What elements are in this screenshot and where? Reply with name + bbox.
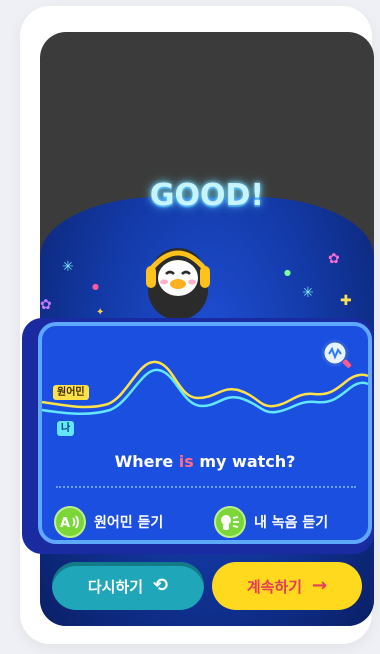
sparkle-icon: ✿ xyxy=(328,251,340,267)
penguin-mascot xyxy=(146,248,210,320)
listen-my-recording-button[interactable]: 내 녹음 듣기 xyxy=(214,504,328,540)
sparkle-icon: ✳ xyxy=(302,285,314,301)
svg-text:A: A xyxy=(60,516,70,531)
panel-divider xyxy=(56,486,356,488)
sparkle-icon: ✳ xyxy=(62,259,74,275)
native-speaker-tag: 원어민 xyxy=(53,385,89,400)
listen-native-button[interactable]: A 원어민 듣기 xyxy=(54,504,163,540)
sparkle-icon: ● xyxy=(92,282,99,291)
sparkle-icon: ✚ xyxy=(340,293,352,309)
sentence-text: Where xyxy=(114,452,179,471)
practice-sentence: Where is my watch? xyxy=(38,452,372,471)
sparkle-icon: ✿ xyxy=(40,297,52,313)
continue-button[interactable]: 계속하기 → xyxy=(212,562,362,610)
person-voice-icon xyxy=(214,506,246,538)
listen-native-label: 원어민 듣기 xyxy=(94,515,164,531)
result-title: GOOD! xyxy=(149,178,265,213)
my-voice-tag: 나 xyxy=(57,421,75,436)
magnifier-wave-icon xyxy=(321,339,352,368)
undo-arrow-icon: ⟲ xyxy=(153,575,169,596)
listen-mine-label: 내 녹음 듣기 xyxy=(254,515,329,531)
zoom-waveform-button[interactable] xyxy=(320,338,354,372)
right-arrow-icon: → xyxy=(312,575,328,596)
retry-button[interactable]: 다시하기 ⟲ xyxy=(52,562,204,610)
continue-label: 계속하기 xyxy=(246,577,303,596)
sentence-highlight: is xyxy=(178,452,194,471)
retry-label: 다시하기 xyxy=(87,577,144,596)
sparkle-icon: ● xyxy=(284,268,291,277)
speaker-a-icon: A xyxy=(54,506,86,538)
sentence-text: my watch? xyxy=(193,452,296,471)
